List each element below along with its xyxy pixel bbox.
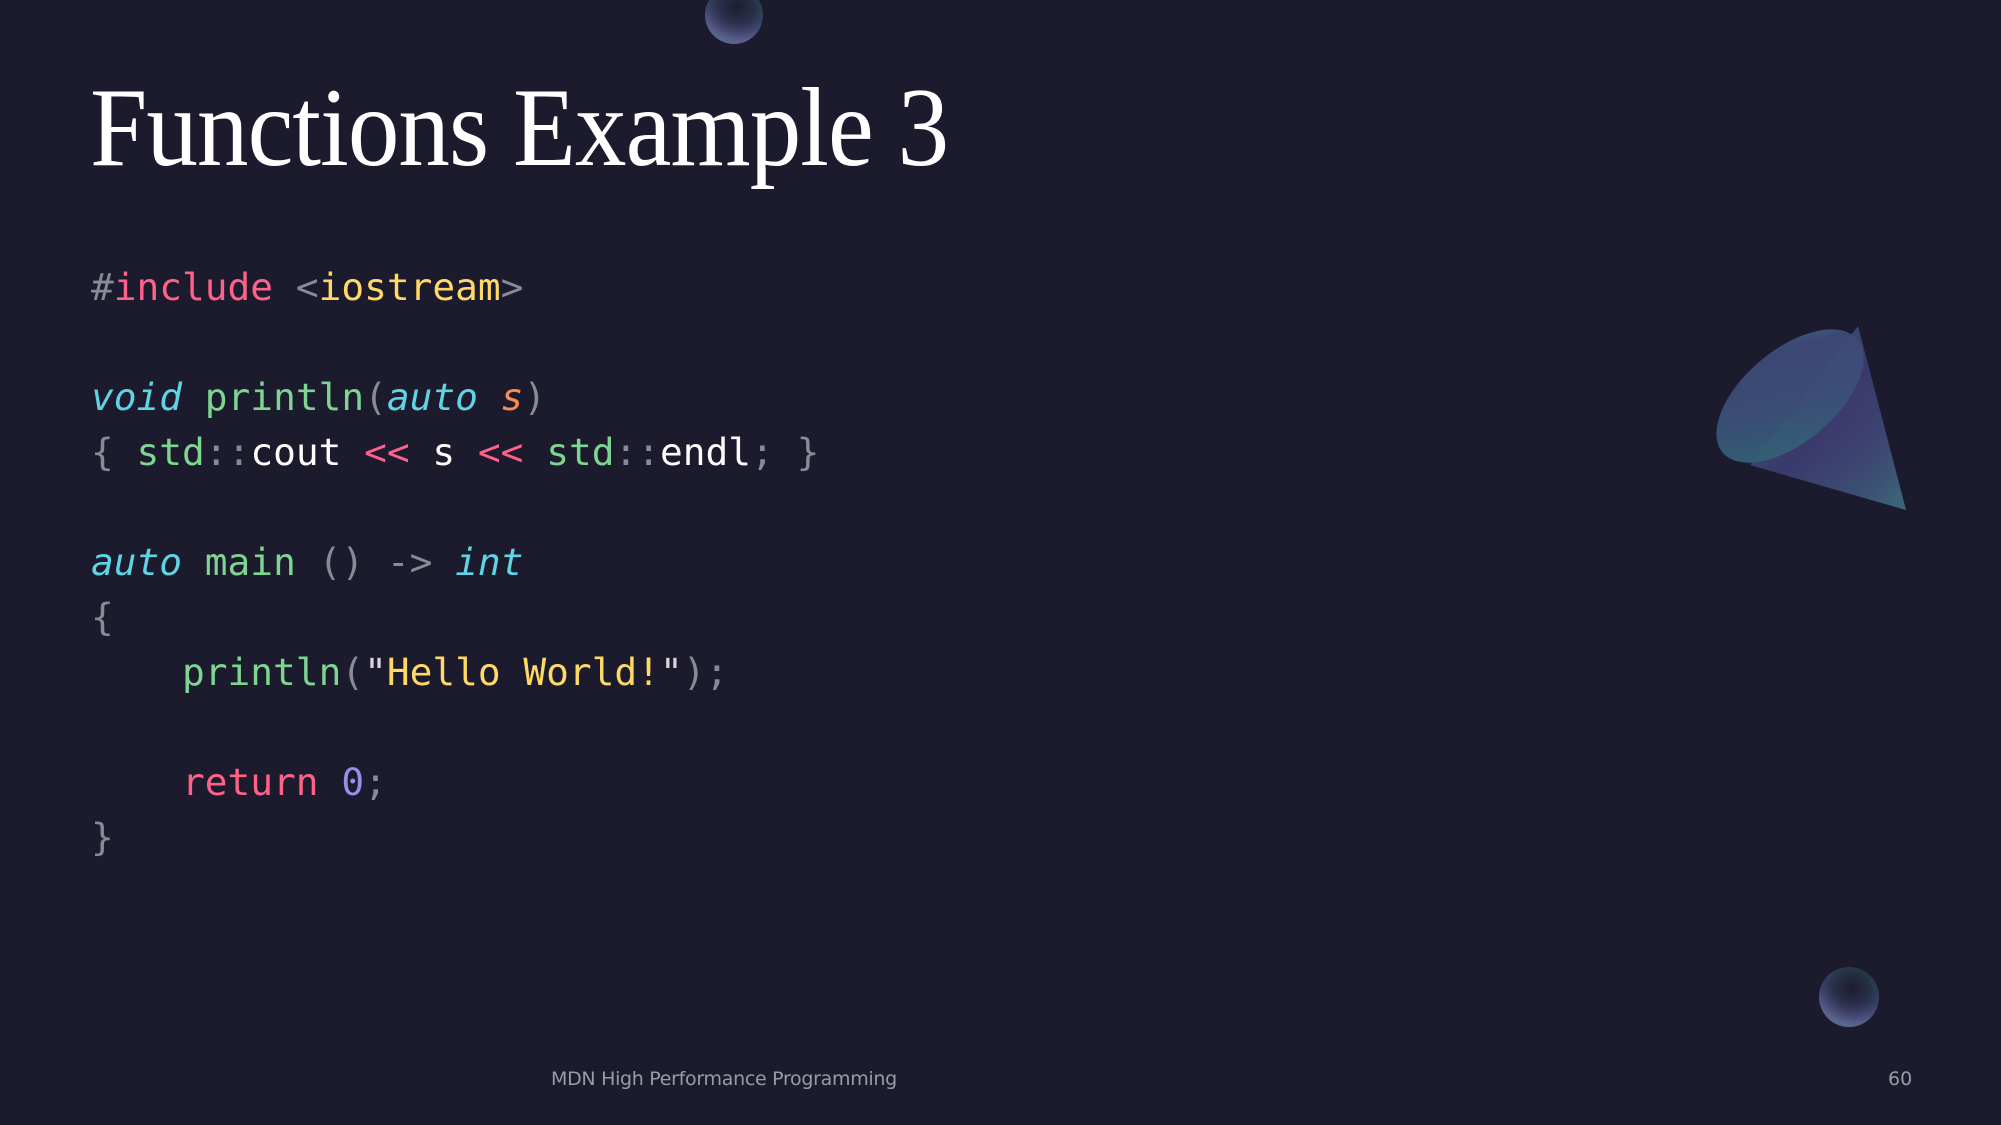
code-line: } <box>91 810 819 865</box>
code-token-type: auto <box>386 375 478 419</box>
code-token-punct: { <box>91 430 114 474</box>
code-token-punct: < <box>295 265 319 309</box>
code-token-punct: > <box>500 265 524 309</box>
code-token-punct: # <box>91 265 114 309</box>
code-token-plain: endl <box>660 430 752 474</box>
code-token-quote: " <box>659 650 683 694</box>
slide: Functions Example 3 #include <iostream> … <box>0 0 2001 1125</box>
code-token-punct: :: <box>614 430 660 474</box>
code-token-quote: " <box>364 650 387 694</box>
code-token-type: void <box>91 375 183 419</box>
code-token-type: int <box>455 540 524 584</box>
sphere-decoration-icon <box>705 0 763 44</box>
code-token-punct: ); <box>682 650 729 694</box>
code-line: { <box>91 590 819 645</box>
code-line: return 0; <box>91 755 819 810</box>
footer-text: MDN High Performance Programming <box>551 1068 897 1090</box>
code-token-keyword: include <box>113 265 274 309</box>
page-number: 60 <box>1888 1068 1913 1090</box>
code-token-punct: ( <box>364 375 387 419</box>
slide-title: Functions Example 3 <box>90 66 949 190</box>
code-token-type: auto <box>91 540 183 584</box>
code-line: auto main () -> int <box>91 535 819 590</box>
code-token-punct: () <box>318 540 365 584</box>
code-block: #include <iostream> void println(auto s)… <box>91 260 819 865</box>
code-token-punct: ; <box>751 430 774 474</box>
code-token-keyword: return <box>182 760 319 804</box>
code-token-func: std <box>546 430 615 474</box>
code-token-punct: } <box>91 815 114 859</box>
code-token-func: println <box>204 375 365 419</box>
code-line: void println(auto s) <box>91 370 819 425</box>
code-token-punct: } <box>796 430 820 474</box>
code-token-punct: -> <box>386 540 433 584</box>
code-token-punct: { <box>91 595 114 639</box>
code-token-string: iostream <box>318 265 501 309</box>
code-line: { std::cout << s << std::endl; } <box>91 425 819 480</box>
code-token-punct: ; <box>364 760 387 804</box>
code-token-func: println <box>182 650 342 694</box>
code-token-keyword: << <box>364 430 410 474</box>
code-token-string: Hello World! <box>386 650 660 694</box>
code-token-keyword: << <box>477 430 524 474</box>
code-token-punct: ) <box>523 375 547 419</box>
code-token-plain: s <box>409 430 478 474</box>
cone-decoration-icon <box>1716 326 1906 510</box>
code-token-punct: :: <box>204 430 251 474</box>
code-line: println("Hello World!"); <box>91 645 819 700</box>
sphere-decoration-icon <box>1819 967 1879 1027</box>
code-token-param: s <box>500 375 524 419</box>
code-token-func: main <box>204 540 296 584</box>
code-token-plain: cout <box>250 430 342 474</box>
code-token-punct: ( <box>341 650 365 694</box>
code-token-func: std <box>136 430 205 474</box>
code-line: #include <iostream> <box>91 260 819 315</box>
code-token-number: 0 <box>341 760 365 804</box>
